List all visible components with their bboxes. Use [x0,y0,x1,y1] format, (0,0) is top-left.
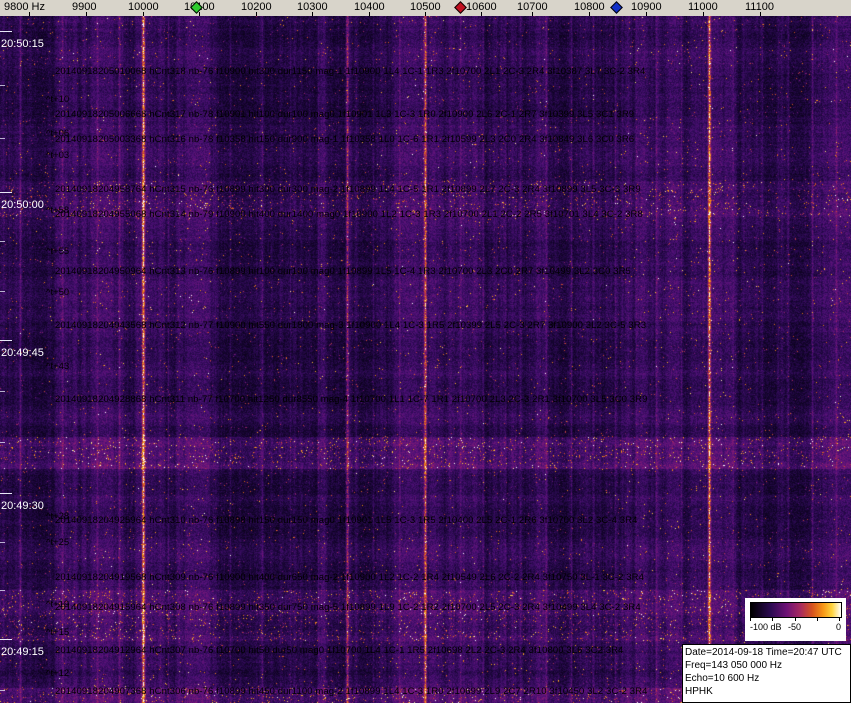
freq-axis-tick [256,12,257,16]
info-date-time: Date=2014-09-18 Time=20:47 UTC [685,647,842,658]
color-gradient-bar [750,602,842,618]
status-info-box: Date=2014-09-18 Time=20:47 UTC Freq=143 … [682,644,851,703]
freq-axis-tick [760,12,761,16]
freq-axis-tick [312,12,313,16]
freq-axis-label: 9900 [72,1,97,13]
legend-min-label: -100 dB [750,622,782,632]
legend-tick [772,618,773,621]
info-station: HPHK [685,686,713,697]
legend-mid-label: -50 [788,622,802,632]
legend-max-label: 0 [836,622,842,632]
color-scale-legend: -100 dB -50 0 [745,598,846,641]
red-marker-diamond-icon[interactable] [454,1,467,14]
legend-tick [817,618,818,621]
freq-axis-tick [425,12,426,16]
freq-axis-label: 9800 Hz [4,1,45,13]
info-echo: Echo=10 600 Hz [685,673,760,684]
freq-axis-tick [29,12,30,16]
freq-axis-tick [532,12,533,16]
freq-axis-tick [589,12,590,16]
freq-axis-tick [703,12,704,16]
freq-axis-tick [86,12,87,16]
freq-axis-tick [199,12,200,16]
freq-axis-tick [646,12,647,16]
blue-marker-diamond-icon[interactable] [610,1,623,14]
legend-tick [795,618,796,621]
meteor-echo-spectrogram-app: 9800 Hz990010000101001020010300104001050… [0,0,851,703]
freq-axis-tick [481,12,482,16]
freq-axis-tick [369,12,370,16]
freq-axis-tick [143,12,144,16]
spectrogram-waterfall[interactable] [0,16,851,703]
legend-tick [750,618,751,621]
legend-tick [839,618,840,621]
info-frequency: Freq=143 050 000 Hz [685,660,783,671]
frequency-axis: 9800 Hz990010000101001020010300104001050… [0,0,851,16]
